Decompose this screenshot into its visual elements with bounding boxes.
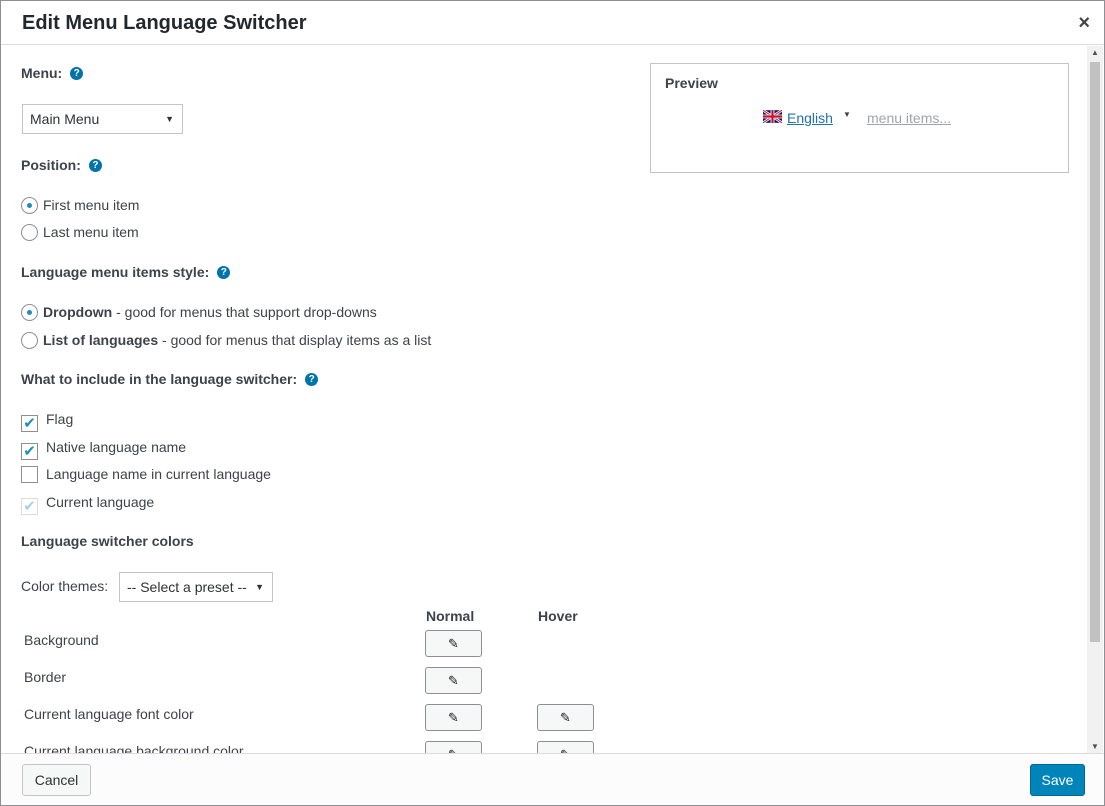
uk-flag-icon bbox=[763, 110, 782, 123]
preview-language-link[interactable]: English bbox=[787, 110, 833, 126]
menu-select-value: Main Menu bbox=[30, 111, 100, 127]
help-icon[interactable]: ? bbox=[305, 373, 319, 386]
include-option-native-name[interactable]: ✔ Native language name bbox=[21, 439, 186, 460]
help-icon[interactable]: ? bbox=[217, 266, 231, 279]
font-color-normal-picker[interactable]: ✎ bbox=[425, 704, 482, 731]
include-heading: What to include in the language switcher… bbox=[21, 371, 319, 387]
style-option-list[interactable]: List of languages - good for menus that … bbox=[21, 332, 431, 349]
style-heading: Language menu items style:? bbox=[21, 264, 231, 280]
radio-button[interactable] bbox=[21, 197, 38, 214]
position-option-first[interactable]: First menu item bbox=[21, 197, 139, 214]
include-label: What to include in the language switcher… bbox=[21, 371, 298, 387]
dialog-titlebar: Edit Menu Language Switcher × bbox=[1, 1, 1104, 45]
checkbox: ✔ bbox=[21, 498, 38, 515]
background-normal-picker[interactable]: ✎ bbox=[425, 630, 482, 657]
include-option-current-language: ✔ Current language bbox=[21, 494, 154, 515]
help-icon[interactable]: ? bbox=[70, 67, 84, 80]
cancel-button[interactable]: Cancel bbox=[22, 764, 91, 796]
scroll-thumb[interactable] bbox=[1090, 62, 1100, 642]
include-option-label: Language name in current language bbox=[46, 466, 271, 482]
pencil-icon: ✎ bbox=[448, 636, 459, 651]
preview-panel: Preview English ▼ menu items... bbox=[650, 63, 1069, 173]
menu-select[interactable]: Main Menu ▼ bbox=[22, 104, 183, 134]
column-hover: Hover bbox=[538, 608, 578, 624]
position-heading: Position:? bbox=[21, 157, 102, 173]
color-row-label: Border bbox=[24, 669, 67, 685]
column-normal: Normal bbox=[426, 608, 475, 624]
dialog-content: Menu:? Main Menu ▼ Position:? First menu … bbox=[1, 46, 1088, 754]
style-option-name: Dropdown bbox=[43, 304, 113, 320]
color-themes-label: Color themes: bbox=[21, 578, 109, 594]
radio-button[interactable] bbox=[21, 304, 38, 321]
help-icon[interactable]: ? bbox=[88, 159, 102, 172]
scroll-up-icon[interactable]: ▲ bbox=[1087, 46, 1103, 60]
style-option-desc: - good for menus that support drop-downs bbox=[112, 304, 377, 320]
checkbox[interactable] bbox=[21, 466, 38, 483]
preview-title: Preview bbox=[665, 75, 718, 91]
include-option-label: Native language name bbox=[46, 439, 187, 455]
colors-heading: Language switcher colors bbox=[21, 533, 194, 549]
radio-button[interactable] bbox=[21, 224, 38, 241]
preview-menu-items-link[interactable]: menu items... bbox=[867, 110, 951, 126]
position-option-last[interactable]: Last menu item bbox=[21, 224, 139, 241]
style-option-name: List of languages bbox=[43, 332, 159, 348]
menu-label: Menu: bbox=[21, 65, 63, 81]
dialog-footer: Cancel Save bbox=[1, 753, 1104, 805]
style-label: Language menu items style: bbox=[21, 264, 210, 280]
include-option-flag[interactable]: ✔ Flag bbox=[21, 411, 73, 432]
pencil-icon: ✎ bbox=[448, 710, 459, 725]
pencil-icon: ✎ bbox=[560, 710, 571, 725]
chevron-down-icon: ▼ bbox=[165, 114, 174, 124]
font-color-hover-picker[interactable]: ✎ bbox=[537, 704, 594, 731]
checkbox[interactable]: ✔ bbox=[21, 443, 38, 460]
position-option-label: First menu item bbox=[43, 197, 140, 213]
checkbox[interactable]: ✔ bbox=[21, 415, 38, 432]
pencil-icon: ✎ bbox=[448, 673, 459, 688]
color-themes-value: -- Select a preset -- bbox=[127, 579, 247, 595]
position-label: Position: bbox=[21, 157, 81, 173]
save-button[interactable]: Save bbox=[1030, 764, 1085, 796]
chevron-down-icon: ▼ bbox=[255, 582, 264, 592]
include-option-current-lang-name[interactable]: Language name in current language bbox=[21, 466, 271, 483]
scrollbar[interactable]: ▲ ▼ bbox=[1087, 46, 1103, 754]
style-option-desc: - good for menus that display items as a… bbox=[158, 332, 432, 348]
scroll-down-icon[interactable]: ▼ bbox=[1087, 740, 1103, 754]
color-themes-select[interactable]: -- Select a preset -- ▼ bbox=[119, 572, 273, 602]
color-row-label: Background bbox=[24, 632, 99, 648]
border-normal-picker[interactable]: ✎ bbox=[425, 667, 482, 694]
close-icon[interactable]: × bbox=[1078, 11, 1090, 35]
color-row-label: Current language font color bbox=[24, 706, 194, 722]
include-option-label: Flag bbox=[46, 411, 74, 427]
radio-button[interactable] bbox=[21, 332, 38, 349]
dialog: Edit Menu Language Switcher × Menu:? Mai… bbox=[0, 0, 1105, 806]
position-option-label: Last menu item bbox=[43, 224, 139, 240]
include-option-label: Current language bbox=[46, 494, 155, 510]
menu-heading: Menu:? bbox=[21, 65, 84, 81]
style-option-dropdown[interactable]: Dropdown - good for menus that support d… bbox=[21, 304, 377, 321]
caret-down-icon: ▼ bbox=[843, 110, 851, 119]
dialog-title: Edit Menu Language Switcher bbox=[22, 12, 307, 34]
